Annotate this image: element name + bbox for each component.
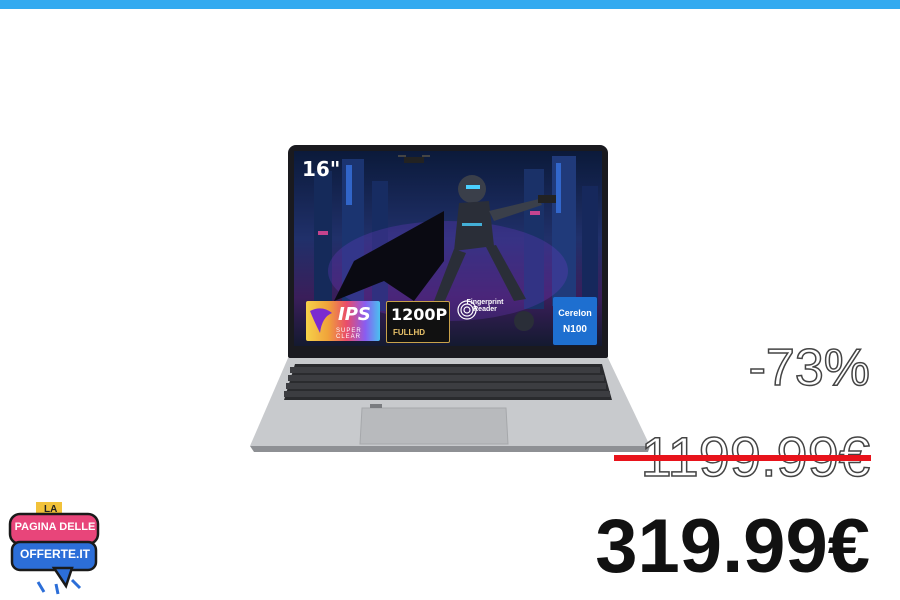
laptop-screen-frame: 16" IPS SUPER CLEAR 1200P FULLHD Fingerp… (288, 145, 608, 358)
ips-badge-subtitle: SUPER CLEAR (336, 328, 362, 340)
ips-badge-title: IPS (338, 304, 371, 325)
keyboard-deck-illustration (250, 358, 650, 452)
ips-logo-icon (310, 308, 332, 333)
cpu-badge-brand: Cerelon (558, 308, 592, 318)
cpu-badge-model: N100 (563, 324, 587, 335)
screen-size-label: 16" (302, 157, 341, 181)
logo-line2: OFFERTE.IT (20, 547, 90, 561)
price-strikethrough-line (614, 455, 871, 461)
ips-badge: IPS SUPER CLEAR (306, 301, 380, 341)
resolution-badge-subtitle: FULLHD (393, 328, 425, 337)
logo-top-text: LA (44, 504, 58, 515)
sale-price: 319.99€ (595, 504, 870, 589)
fingerprint-badge: Fingerprint Reader (456, 299, 514, 339)
top-accent-bar (0, 0, 900, 9)
logo-line1: PAGINA DELLE (14, 521, 96, 533)
discount-percentage: -73% (748, 338, 871, 398)
resolution-badge: 1200P FULLHD (386, 301, 450, 343)
laptop-keyboard-deck (250, 358, 650, 453)
cpu-badge: Cerelon N100 (553, 297, 597, 345)
fingerprint-icon (457, 300, 477, 320)
resolution-badge-title: 1200P (391, 305, 448, 324)
laptop-screen: 16" IPS SUPER CLEAR 1200P FULLHD Fingerp… (294, 151, 602, 346)
product-image-laptop[interactable]: 16" IPS SUPER CLEAR 1200P FULLHD Fingerp… (250, 145, 650, 455)
site-logo[interactable]: LA PAGINA DELLE OFFERTE.IT (6, 500, 102, 596)
